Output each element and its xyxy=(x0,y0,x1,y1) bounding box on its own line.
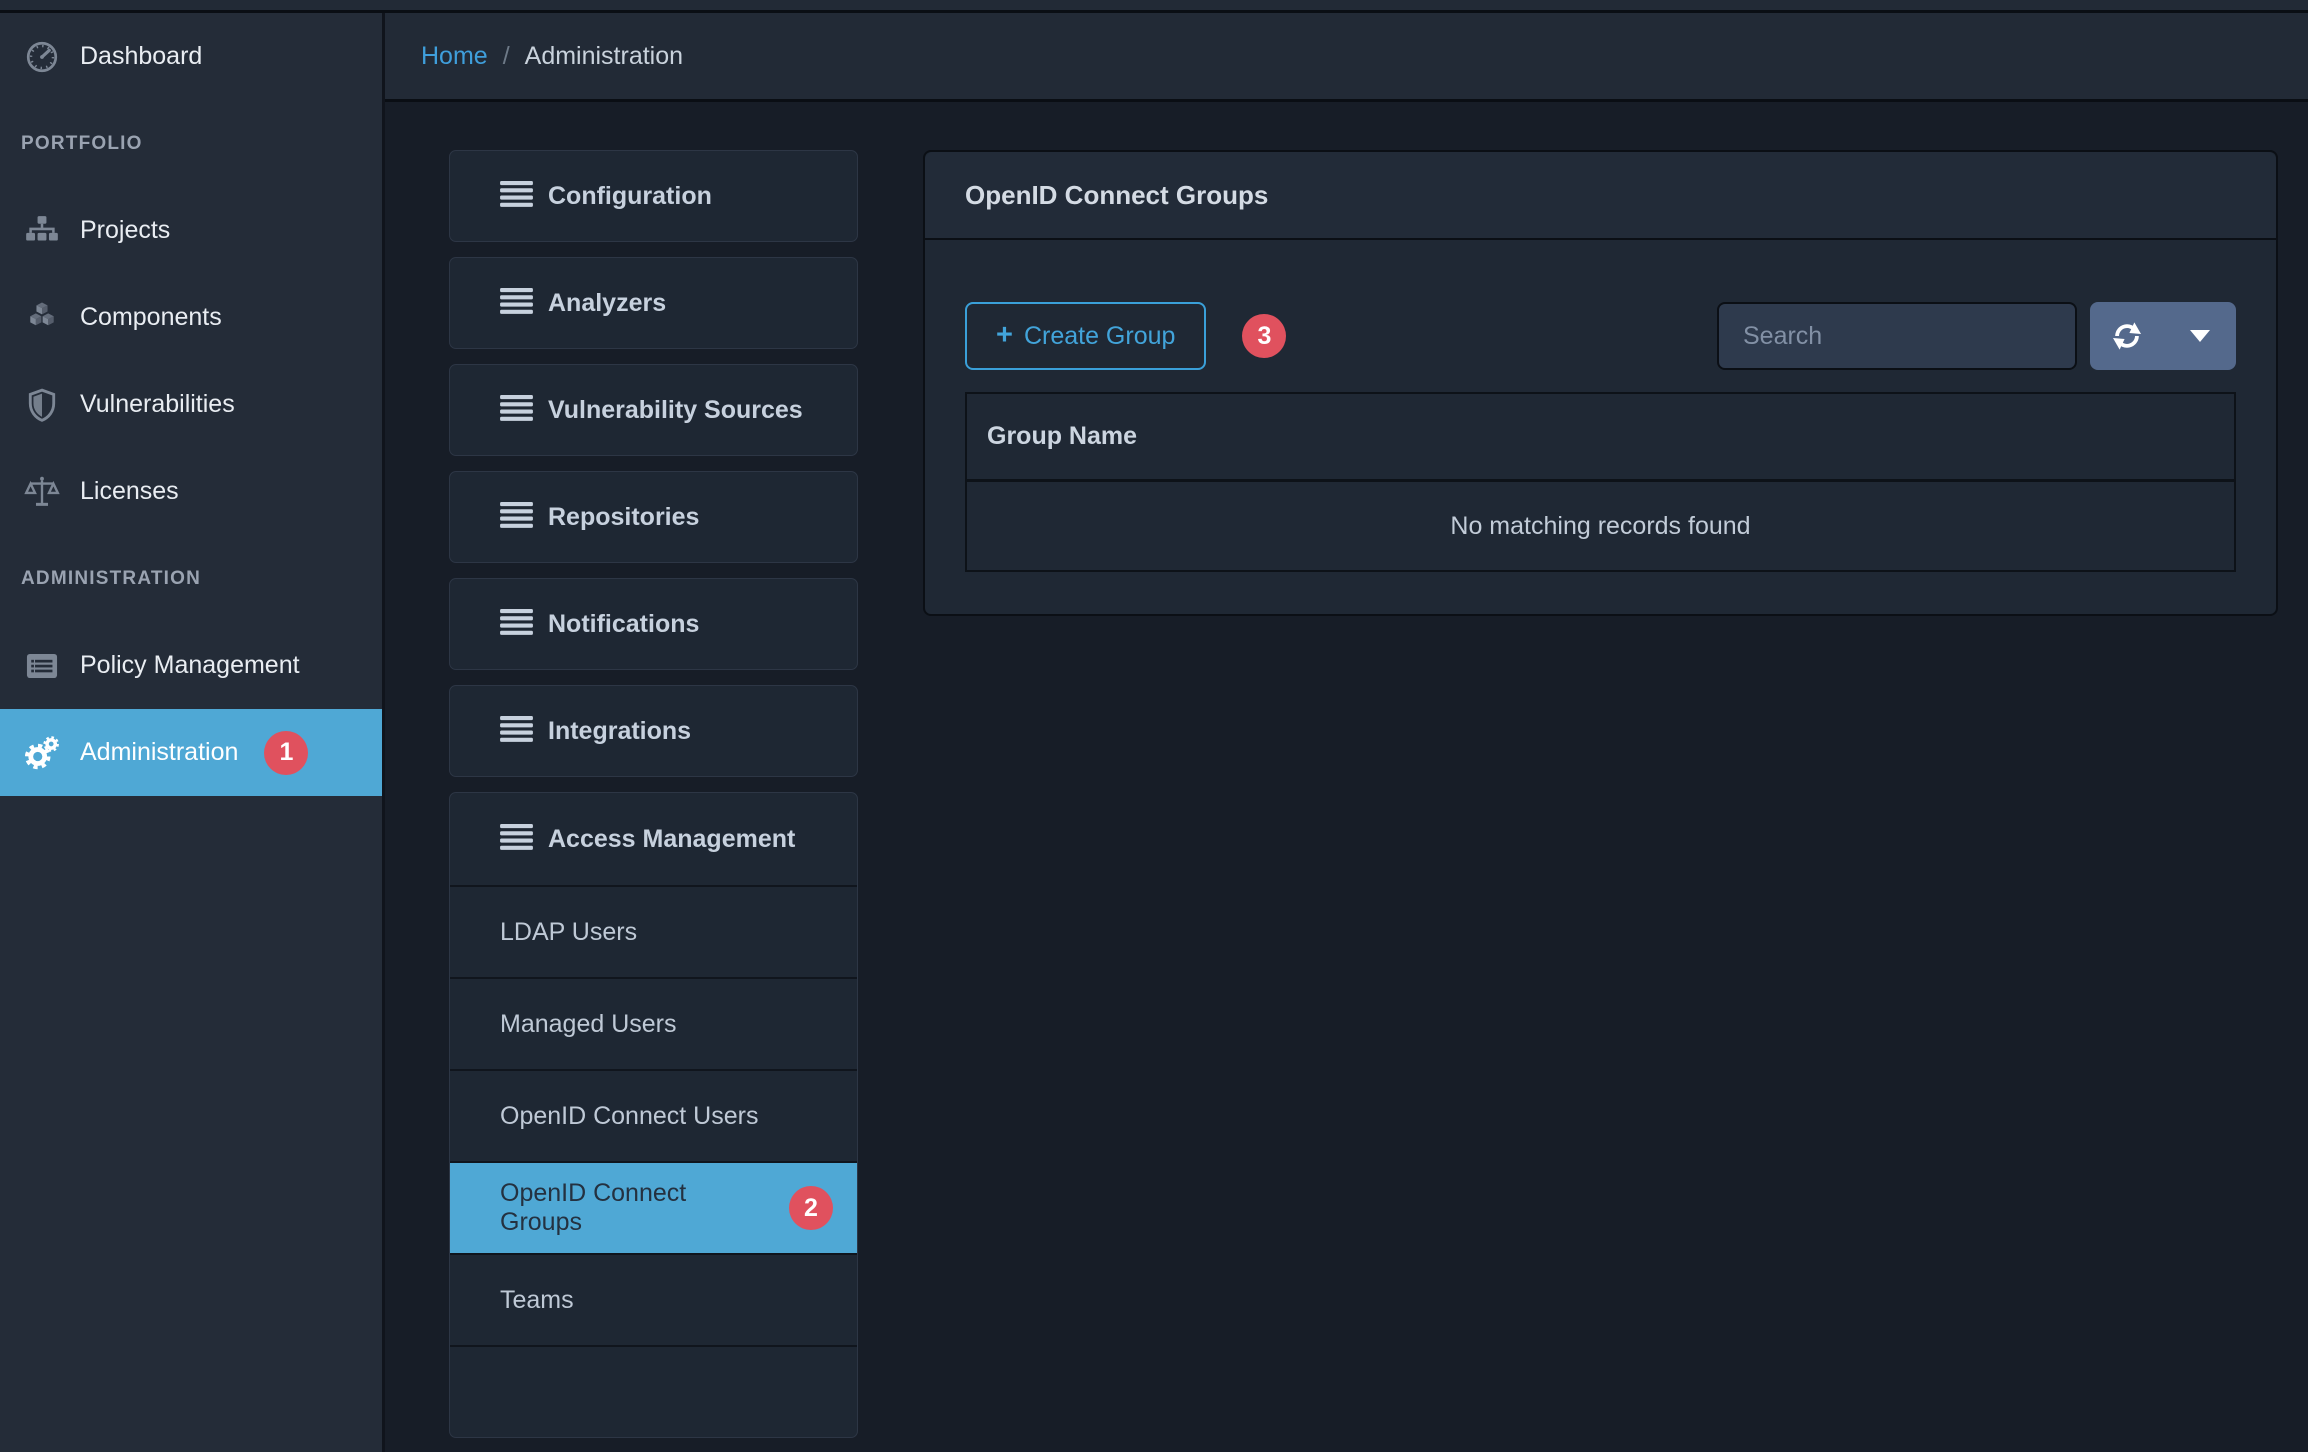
sidebar-item-projects[interactable]: Projects xyxy=(0,187,382,274)
tachometer-icon xyxy=(20,35,64,79)
caret-down-icon xyxy=(2190,330,2210,342)
menu-item-configuration[interactable]: Configuration xyxy=(449,150,858,242)
menu-item-openid-connect-groups[interactable]: OpenID Connect Groups 2 xyxy=(450,1161,857,1253)
menu-item-openid-connect-users[interactable]: OpenID Connect Users xyxy=(450,1069,857,1161)
breadcrumb-separator: / xyxy=(503,42,510,71)
menu-item-integrations[interactable]: Integrations xyxy=(449,685,858,777)
sidebar-item-label: Administration xyxy=(80,738,238,767)
sidebar-item-dashboard[interactable]: Dashboard xyxy=(0,13,382,100)
sidebar-item-vulnerabilities[interactable]: Vulnerabilities xyxy=(0,361,382,448)
menu-item-label: Configuration xyxy=(548,182,712,210)
admin-content: Configuration Analyzers Vulnerability So… xyxy=(385,102,2308,1452)
sidebar-item-administration[interactable]: Administration 1 xyxy=(0,709,382,796)
panel-body: + Create Group 3 xyxy=(925,240,2276,614)
list-icon xyxy=(500,609,533,635)
shield-icon xyxy=(20,383,64,427)
notification-badge: 1 xyxy=(264,731,308,775)
breadcrumb-home-link[interactable]: Home xyxy=(421,42,488,71)
refresh-button[interactable] xyxy=(2090,302,2163,370)
table-controls xyxy=(2090,302,2236,370)
menu-item-label: Notifications xyxy=(548,610,699,638)
search-input[interactable] xyxy=(1717,302,2077,370)
menu-item-notifications[interactable]: Notifications xyxy=(449,578,858,670)
list-alt-icon xyxy=(20,644,64,688)
notification-badge: 2 xyxy=(789,1186,833,1230)
sidebar-item-label: Projects xyxy=(80,216,170,245)
list-icon xyxy=(500,502,533,528)
empty-message: No matching records found xyxy=(1450,512,1750,541)
notification-badge: 3 xyxy=(1242,314,1286,358)
table-header-group-name[interactable]: Group Name xyxy=(967,394,2234,482)
menu-item-analyzers[interactable]: Analyzers xyxy=(449,257,858,349)
list-icon xyxy=(500,181,533,207)
list-icon xyxy=(500,395,533,421)
panel-toolbar: + Create Group 3 xyxy=(965,302,2236,370)
list-icon xyxy=(500,288,533,314)
menu-item-ldap-users[interactable]: LDAP Users xyxy=(450,885,857,977)
panel-openid-connect-groups: OpenID Connect Groups + Create Group 3 xyxy=(923,150,2278,616)
menu-item-vulnerability-sources[interactable]: Vulnerability Sources xyxy=(449,364,858,456)
sidebar-section-administration: ADMINISTRATION xyxy=(0,535,382,622)
main-area: Home / Administration Configuration Anal… xyxy=(385,13,2308,1452)
list-icon xyxy=(500,824,533,850)
cogs-icon xyxy=(20,731,64,775)
menu-item-label: Analyzers xyxy=(548,289,666,317)
top-navbar xyxy=(0,0,2308,13)
groups-table: Group Name No matching records found xyxy=(965,392,2236,572)
sidebar-item-label: Licenses xyxy=(80,477,179,506)
panel-title: OpenID Connect Groups xyxy=(965,180,1268,211)
sidebar-item-label: Components xyxy=(80,303,222,332)
breadcrumb: Home / Administration xyxy=(385,13,2308,102)
menu-item-teams[interactable]: Teams xyxy=(450,1253,857,1345)
sidebar-section-portfolio: PORTFOLIO xyxy=(0,100,382,187)
plus-icon: + xyxy=(996,321,1013,350)
column-header-label: Group Name xyxy=(987,422,1137,451)
sidebar-item-label: Policy Management xyxy=(80,651,300,680)
menu-item-managed-users[interactable]: Managed Users xyxy=(450,977,857,1069)
menu-item-label: LDAP Users xyxy=(500,918,637,947)
sidebar-item-label: Vulnerabilities xyxy=(80,390,235,419)
create-group-label: Create Group xyxy=(1024,322,1175,351)
sidebar-item-label: Dashboard xyxy=(80,42,202,71)
sidebar-item-licenses[interactable]: Licenses xyxy=(0,448,382,535)
cubes-icon xyxy=(20,296,64,340)
list-icon xyxy=(500,716,533,742)
breadcrumb-current: Administration xyxy=(525,42,683,71)
panel-header: OpenID Connect Groups xyxy=(925,152,2276,240)
sidebar-item-policy-management[interactable]: Policy Management xyxy=(0,622,382,709)
menu-item-label: Integrations xyxy=(548,717,691,745)
refresh-icon xyxy=(2110,319,2144,353)
menu-item-label: Repositories xyxy=(548,503,699,531)
table-empty-row: No matching records found xyxy=(967,482,2234,570)
menu-item-label: OpenID Connect Groups xyxy=(500,1179,773,1237)
menu-item-access-management[interactable]: Access Management xyxy=(450,793,857,885)
balance-scale-icon xyxy=(20,470,64,514)
menu-item-repositories[interactable]: Repositories xyxy=(449,471,858,563)
admin-menu: Configuration Analyzers Vulnerability So… xyxy=(449,150,858,1438)
sidebar-item-components[interactable]: Components xyxy=(0,274,382,361)
app-window: Dashboard PORTFOLIO Projects xyxy=(0,0,2308,1452)
menu-item-label: Teams xyxy=(500,1286,574,1315)
menu-item-label: Managed Users xyxy=(500,1010,676,1039)
menu-item-label: Access Management xyxy=(548,825,795,853)
sidebar: Dashboard PORTFOLIO Projects xyxy=(0,13,385,1452)
create-group-button[interactable]: + Create Group xyxy=(965,302,1206,370)
menu-item-label: OpenID Connect Users xyxy=(500,1102,758,1131)
menu-item-partial[interactable] xyxy=(450,1345,857,1437)
sitemap-icon xyxy=(20,209,64,253)
menu-group-access-management: Access Management LDAP Users Managed Use… xyxy=(449,792,858,1438)
menu-item-label: Vulnerability Sources xyxy=(548,396,803,424)
columns-dropdown-toggle[interactable] xyxy=(2163,302,2236,370)
